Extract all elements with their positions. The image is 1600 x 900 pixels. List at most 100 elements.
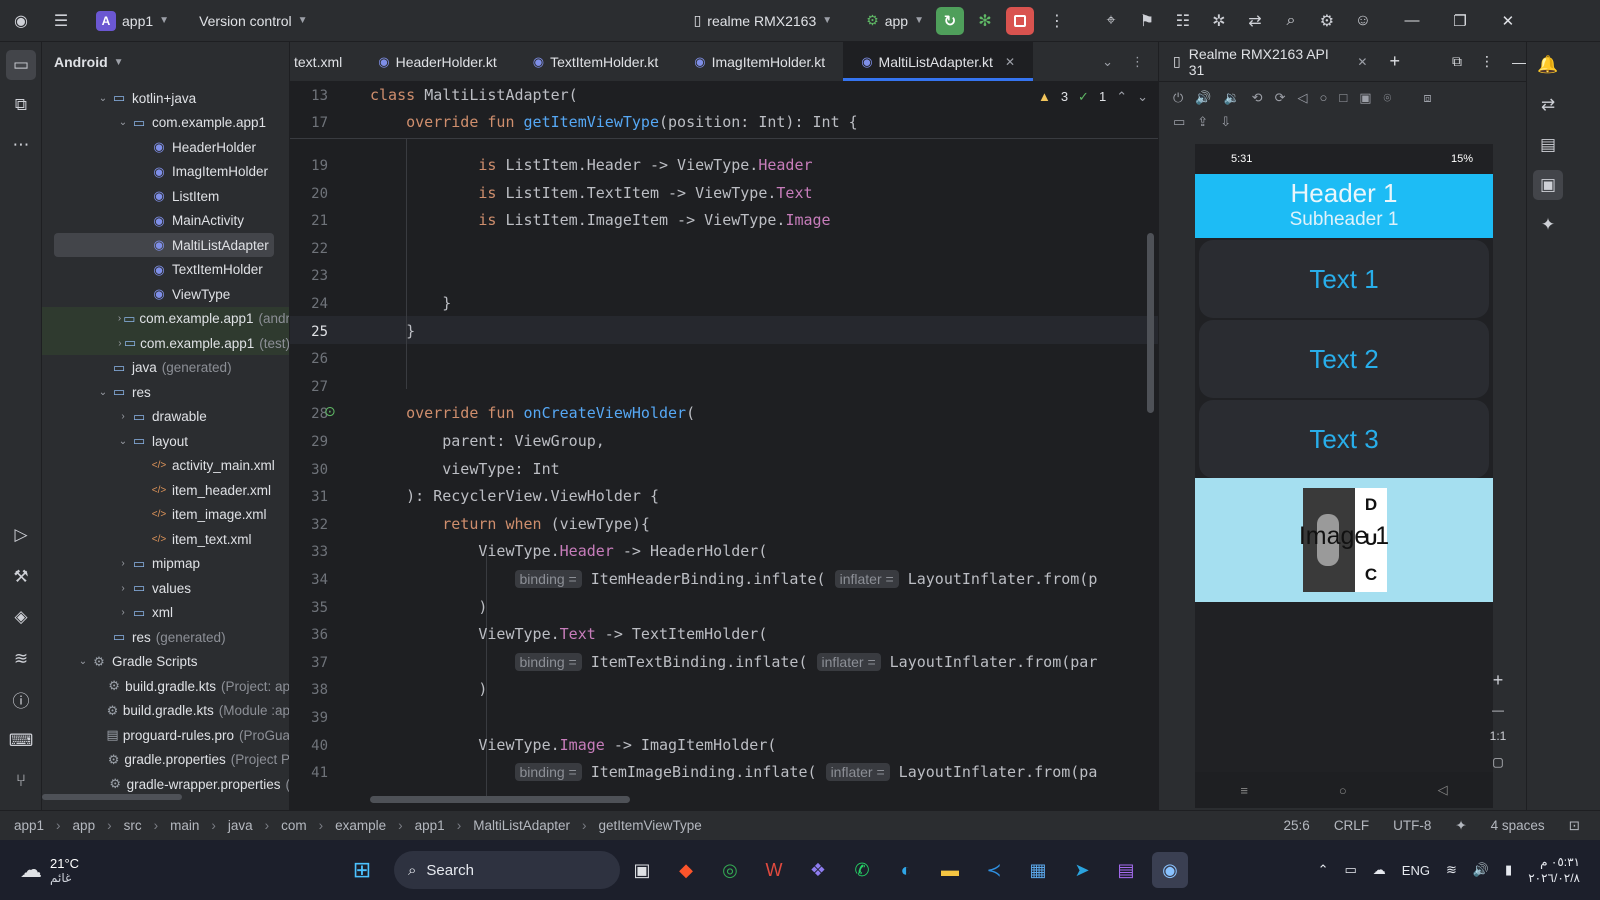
- editor-tab[interactable]: ◉ MaltiListAdapter.kt ✕: [843, 42, 1033, 81]
- gemini-icon[interactable]: ✦: [1533, 210, 1563, 240]
- project-scrollbar[interactable]: [42, 794, 182, 800]
- text-list-item[interactable]: Text 3: [1199, 400, 1489, 478]
- clock[interactable]: ٠٥:٣١ م ٢٠٢٦/٠٢/٨: [1528, 854, 1580, 886]
- tree-item[interactable]: ⚙ build.gradle.kts (Module :ap: [42, 699, 289, 723]
- tree-item[interactable]: › ▭ com.example.app1 (test): [42, 331, 289, 355]
- run-tool-icon[interactable]: ▷: [6, 520, 36, 550]
- breadcrumb-item[interactable]: main: [170, 818, 199, 833]
- chevron-right-icon[interactable]: ›: [116, 558, 130, 569]
- breadcrumb-item[interactable]: app1: [415, 818, 445, 833]
- tree-item[interactable]: › ▭ mipmap: [42, 552, 289, 576]
- power-icon[interactable]: ⏻: [1173, 90, 1183, 106]
- line-separator[interactable]: CRLF: [1334, 818, 1369, 834]
- tree-item[interactable]: </> item_image.xml: [42, 503, 289, 527]
- code-editor[interactable]: 13 class MaltiListAdapter(17 override fun…: [290, 83, 1158, 810]
- editor-tab[interactable]: ◉ HeaderHolder.kt: [360, 42, 515, 81]
- tree-item[interactable]: ▭ java (generated): [42, 356, 289, 380]
- text-list-item[interactable]: Text 1: [1199, 240, 1489, 318]
- breadcrumb-item[interactable]: example: [335, 818, 386, 833]
- image-list-item[interactable]: D U C Image 1: [1195, 478, 1493, 602]
- breadcrumb-item[interactable]: java: [228, 818, 253, 833]
- tree-item[interactable]: › ▭ com.example.app1 (andr: [42, 306, 289, 331]
- tree-item[interactable]: ◉ ViewType: [42, 282, 289, 306]
- gradle-icon[interactable]: ◈: [6, 602, 36, 632]
- input-language[interactable]: ENG: [1402, 863, 1430, 878]
- tree-item[interactable]: › ▭ xml: [42, 601, 289, 625]
- running-devices-icon[interactable]: ▣: [1533, 170, 1563, 200]
- telegram-icon[interactable]: ➤: [1064, 852, 1100, 888]
- network-icon[interactable]: ☁: [1373, 862, 1386, 878]
- debug-icon[interactable]: ✻: [970, 6, 1000, 36]
- whatsapp-icon[interactable]: ✆: [844, 852, 880, 888]
- video-icon[interactable]: ▭: [1173, 114, 1185, 130]
- mirror-icon[interactable]: ▣: [1359, 90, 1371, 106]
- chrome-icon[interactable]: ◎: [712, 852, 748, 888]
- back-icon[interactable]: ◁: [1297, 90, 1307, 106]
- brave-browser-icon[interactable]: ◆: [668, 852, 704, 888]
- home-icon[interactable]: ○: [1339, 783, 1347, 798]
- gradle-sync-icon[interactable]: ⇄: [1533, 90, 1563, 120]
- apply-changes-button[interactable]: ↻: [935, 6, 964, 35]
- translate-icon[interactable]: ⚑: [1132, 6, 1162, 36]
- taskbar-search[interactable]: ⌕ Search: [394, 851, 620, 889]
- vscode-icon[interactable]: ≺: [976, 852, 1012, 888]
- recents-icon[interactable]: ≡: [1240, 783, 1248, 798]
- tree-item[interactable]: ⌄ ▭ layout: [42, 429, 289, 453]
- open-external-icon[interactable]: ⧉: [1452, 53, 1462, 70]
- back-icon[interactable]: ◁: [1438, 782, 1448, 798]
- file-explorer-icon[interactable]: ▬: [932, 852, 968, 888]
- tree-item[interactable]: </> activity_main.xml: [42, 454, 289, 478]
- main-menu-icon[interactable]: ☰: [46, 6, 76, 36]
- screenshot-camera-icon[interactable]: ⌾: [1384, 90, 1392, 106]
- close-icon[interactable]: ✕: [1357, 55, 1367, 69]
- header-list-item[interactable]: Header 1 Subheader 1: [1195, 174, 1493, 238]
- chevron-right-icon[interactable]: ›: [116, 411, 130, 422]
- download-icon[interactable]: ⇩: [1220, 114, 1231, 130]
- hide-panel-icon[interactable]: —: [1512, 54, 1526, 70]
- tree-item[interactable]: › ▭ values: [42, 576, 289, 600]
- chevron-down-icon[interactable]: ⌄: [116, 436, 130, 447]
- file-encoding[interactable]: UTF-8: [1393, 818, 1431, 834]
- tree-item[interactable]: ⚙ gradle-wrapper.properties(: [42, 772, 289, 796]
- wifi-icon[interactable]: ≋: [1446, 862, 1457, 878]
- restore-icon[interactable]: ❐: [1436, 0, 1484, 42]
- prev-highlight-icon[interactable]: ⌃: [1116, 89, 1127, 105]
- tree-item[interactable]: ⚙ gradle.properties (Project P: [42, 748, 289, 772]
- search-icon[interactable]: ⌕: [1276, 6, 1306, 36]
- editor-tab[interactable]: ◉ ImagItemHolder.kt: [676, 42, 843, 81]
- tree-item[interactable]: ◉ ImagItemHolder: [42, 160, 289, 184]
- device-selector[interactable]: ▯ realme RMX2163 ▼: [686, 6, 841, 36]
- home-icon[interactable]: ○: [1319, 90, 1327, 106]
- device-manager-icon[interactable]: ▤: [1533, 130, 1563, 160]
- chevron-right-icon[interactable]: ›: [116, 583, 130, 594]
- zoom-ratio[interactable]: 1:1: [1490, 729, 1507, 743]
- weather-widget[interactable]: ☁ 21°C غائم: [0, 856, 340, 885]
- task-view-icon[interactable]: ▣: [624, 852, 660, 888]
- next-highlight-icon[interactable]: ⌄: [1137, 89, 1148, 105]
- structure-icon[interactable]: ⧉: [6, 90, 36, 120]
- fit-screen-icon[interactable]: ▢: [1492, 755, 1503, 769]
- layout-inspector-icon[interactable]: ⌖: [1096, 6, 1126, 36]
- tab-dropdown-icon[interactable]: ⌄: [1102, 54, 1113, 70]
- override-gutter-icon[interactable]: ⊙: [324, 403, 336, 420]
- project-folder-icon[interactable]: ▭: [6, 50, 36, 80]
- tree-item[interactable]: ⌄ ⚙ Gradle Scripts: [42, 650, 289, 674]
- tree-item[interactable]: ◉ HeaderHolder: [42, 135, 289, 159]
- tree-item[interactable]: ⌄ ▭ com.example.app1: [42, 111, 289, 135]
- ai-assist-icon[interactable]: ✦: [1455, 818, 1466, 834]
- breadcrumb-item[interactable]: getItemViewType: [599, 818, 702, 833]
- more-tools-icon[interactable]: ⋯: [6, 130, 36, 160]
- breadcrumb-item[interactable]: com: [281, 818, 307, 833]
- device-tab[interactable]: ▯ Realme RMX2163 API 31 ✕ + ⧉ ⋮ —: [1159, 42, 1526, 82]
- sync-icon[interactable]: ⇄: [1240, 6, 1270, 36]
- tree-item[interactable]: ◉ ListItem: [42, 184, 289, 208]
- zoom-out-icon[interactable]: —: [1492, 703, 1504, 717]
- copilot-icon[interactable]: ❖: [800, 852, 836, 888]
- terminal-icon[interactable]: ⌨: [6, 726, 36, 756]
- breadcrumb-item[interactable]: MaltiListAdapter: [473, 818, 570, 833]
- more-options-icon[interactable]: ⋮: [1480, 53, 1494, 70]
- store-icon[interactable]: ▦: [1020, 852, 1056, 888]
- user-avatar[interactable]: ☺: [1348, 6, 1378, 36]
- chevron-down-icon[interactable]: ⌄: [96, 387, 110, 398]
- chevron-down-icon[interactable]: ⌄: [76, 656, 90, 667]
